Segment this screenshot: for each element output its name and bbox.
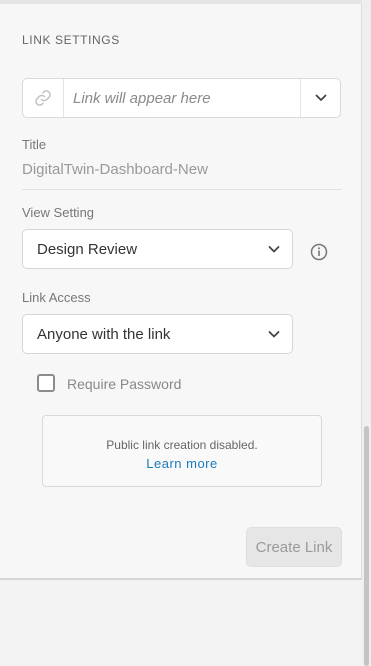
require-password-label: Require Password <box>67 376 182 392</box>
create-link-button[interactable]: Create Link <box>246 527 342 567</box>
chevron-down-icon <box>315 94 326 101</box>
view-setting-select[interactable]: Design Review <box>22 229 293 269</box>
view-setting-value: Design Review <box>37 241 138 258</box>
chevron-down-icon <box>268 331 280 338</box>
title-value: DigitalTwin-Dashboard-New <box>22 161 208 178</box>
view-setting-label: View Setting <box>22 205 95 220</box>
section-title: LINK SETTINGS <box>22 33 120 47</box>
link-access-label: Link Access <box>22 290 91 305</box>
require-password-checkbox[interactable] <box>37 374 55 392</box>
link-access-select[interactable]: Anyone with the link <box>22 314 293 354</box>
title-label: Title <box>22 137 47 152</box>
link-access-value: Anyone with the link <box>37 326 171 343</box>
learn-more-link[interactable]: Learn more <box>43 456 321 471</box>
link-icon <box>23 79 64 117</box>
public-link-notice: Public link creation disabled. Learn mor… <box>42 415 322 487</box>
notice-text: Public link creation disabled. <box>106 438 258 452</box>
scrollbar-thumb[interactable] <box>364 426 369 666</box>
divider <box>22 189 342 190</box>
link-settings-panel: LINK SETTINGS Link will appear here Titl… <box>0 4 362 580</box>
link-placeholder-text: Link will appear here <box>73 90 211 107</box>
link-output-field[interactable]: Link will appear here <box>22 78 341 118</box>
info-icon[interactable] <box>310 243 328 261</box>
chevron-down-icon <box>268 246 280 253</box>
link-dropdown-button[interactable] <box>300 79 340 117</box>
